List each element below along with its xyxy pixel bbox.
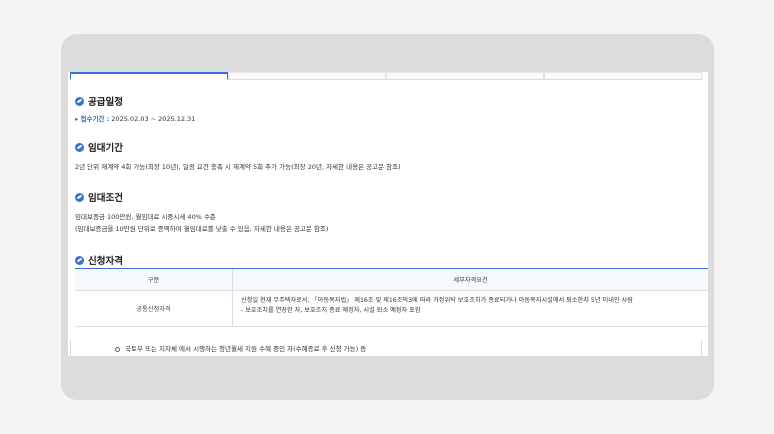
column-header-detail: 세부자격요건 bbox=[453, 277, 488, 284]
extra-eligibility-item: 국토부 또는 지자체 에서 시행하는 청년월세 지원 수혜 중인 자(수혜종료 … bbox=[70, 340, 702, 356]
bullet-icon bbox=[75, 255, 84, 265]
supply-schedule-title: 공급일정 bbox=[88, 97, 123, 108]
device-frame: 공급일정 ▸ 접수기간 : 2025.02.03 ~ 2025.12.31 임대… bbox=[61, 34, 714, 400]
tab-2[interactable] bbox=[228, 72, 386, 80]
lease-terms-line1: 임대보증금 100만원, 월임대료 시중시세 40% 수준 bbox=[75, 213, 216, 221]
bullet-icon bbox=[75, 192, 84, 202]
table-header: 구분 세부자격요건 bbox=[75, 269, 708, 291]
circle-bullet-icon bbox=[115, 346, 120, 352]
lease-period-text: 2년 단위 재계약 4회 가능(최장 10년), 일정 요건 충족 시 재계약 … bbox=[75, 163, 401, 171]
supply-schedule-heading: 공급일정 bbox=[75, 94, 123, 108]
row-detail: 신청일 현재 무주택자로서, 「아동복지법」 제16조 및 제16조의3에 따라… bbox=[233, 291, 708, 326]
row-category: 공통신청자격 bbox=[75, 291, 233, 326]
column-header-category: 구분 bbox=[75, 269, 233, 290]
extra-item-text: 국토부 또는 지자체 에서 시행하는 청년월세 지원 수혜 중인 자(수혜종료 … bbox=[125, 345, 367, 353]
bullet-icon bbox=[75, 142, 84, 152]
tab-1[interactable] bbox=[70, 72, 228, 80]
lease-terms-title: 임대조건 bbox=[88, 193, 123, 204]
eligibility-title: 신청자격 bbox=[88, 256, 123, 267]
table-row: 공통신청자격 신청일 현재 무주택자로서, 「아동복지법」 제16조 및 제16… bbox=[75, 291, 708, 327]
period-value: 2025.02.03 ~ 2025.12.31 bbox=[109, 115, 196, 123]
content-panel: 공급일정 ▸ 접수기간 : 2025.02.03 ~ 2025.12.31 임대… bbox=[68, 72, 708, 356]
application-period: ▸ 접수기간 : 2025.02.03 ~ 2025.12.31 bbox=[75, 113, 195, 123]
bullet-icon bbox=[75, 96, 84, 106]
eligibility-table: 구분 세부자격요건 공통신청자격 신청일 현재 무주택자로서, 「아동복지법」 … bbox=[75, 268, 708, 327]
lease-terms-heading: 임대조건 bbox=[75, 190, 123, 204]
eligibility-heading: 신청자격 bbox=[75, 253, 123, 267]
row-detail-line2: - 보호조치를 연장한 자, 보호조치 종료 예정자, 시설 퇴소 예정자 포함 bbox=[241, 307, 421, 314]
tab-4[interactable] bbox=[544, 72, 702, 80]
lease-terms-line2: (임대보증금을 10만원 단위로 증액하여 월임대료를 낮출 수 있음, 자세한… bbox=[75, 225, 329, 233]
lease-period-heading: 임대기간 bbox=[75, 140, 123, 154]
tab-bar bbox=[70, 72, 702, 80]
row-detail-line1: 신청일 현재 무주택자로서, 「아동복지법」 제16조 및 제16조의3에 따라… bbox=[241, 297, 633, 304]
period-label: ▸ 접수기간 : bbox=[75, 115, 110, 123]
lease-period-title: 임대기간 bbox=[88, 143, 123, 154]
tab-3[interactable] bbox=[386, 72, 544, 80]
